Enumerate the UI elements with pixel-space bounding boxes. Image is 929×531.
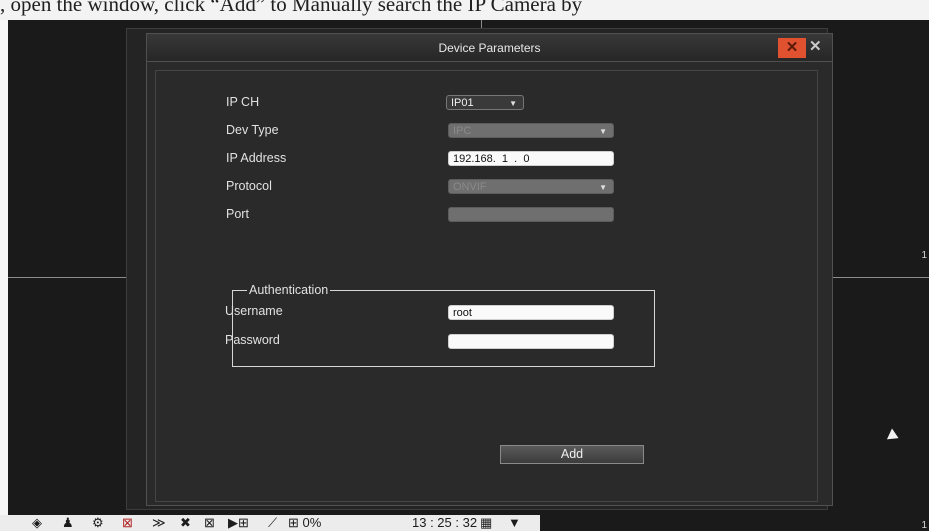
edge-mark: 1 [921,250,927,261]
dialog-title: Device Parameters [438,41,541,55]
ip-ch-value: IP01 [451,97,474,109]
user-icon[interactable]: ♟ [62,515,74,531]
chevron-down-icon: ▼ [599,183,607,192]
clock-text: 13 : 25 : 32 [412,515,478,530]
dvr-screen: 1 1 S C C C C C C - II C C C C - - - - A… [8,20,929,531]
split-screen-icon[interactable]: ▶⊞ [228,515,249,531]
grid-line [8,277,126,278]
ip-address-input[interactable]: 192.168. 1 . 0 [448,151,614,166]
password-label: Password [225,333,280,347]
device-parameters-dialog: Device Parameters ✕ ✕ IP CH IP01 ▼ Dev T… [146,33,833,506]
username-label: Username [225,304,283,318]
dev-type-value: IPC [453,125,472,137]
disk-usage-icon: ⊞ 0% [288,515,322,530]
menu-arrow-icon[interactable]: ▼ [508,515,521,530]
authentication-group: Authentication Username root Password [225,283,655,367]
username-input[interactable]: root [448,305,614,320]
add-button[interactable]: Add [500,445,644,464]
grid-line [833,277,929,278]
dialog-titlebar: Device Parameters ✕ ✕ [147,34,832,62]
authentication-legend: Authentication [247,283,331,297]
ip-ch-select[interactable]: IP01 ▼ [446,95,524,110]
chevron-down-icon: ▼ [509,99,517,108]
close-icon: ✕ [809,38,822,55]
password-input[interactable] [448,334,614,349]
instruction-text: , open the window, click “Add” to Manual… [0,0,583,16]
mouse-cursor-icon [886,428,902,444]
dev-type-label: Dev Type [226,123,279,137]
ip-address-label: IP Address [226,151,287,165]
protocol-label: Protocol [226,179,272,193]
ip-ch-label: IP CH [226,95,260,109]
dev-type-select: IPC ▼ [448,123,614,138]
alarm-icon[interactable]: ⚙ [92,515,104,531]
port-label: Port [226,207,249,221]
taskbar: ◈ ♟ ⚙ ⊠ ≫ ✖ ⊠ ▶⊞ ⟋ ⊞ 0% 13 : 25 : 32 ▦ ▼ [0,515,540,531]
dialog-body: IP CH IP01 ▼ Dev Type IPC ▼ IP Address 1… [155,70,818,502]
instruction-text-strip: , open the window, click “Add” to Manual… [0,0,929,20]
protocol-value: ONVIF [453,181,487,193]
close-button[interactable]: ✕ [778,38,806,58]
home-icon[interactable]: ◈ [32,515,42,531]
layout-icon[interactable]: ⊠ [204,515,215,531]
protocol-select: ONVIF ▼ [448,179,614,194]
chevron-down-icon: ▼ [599,127,607,136]
fast-forward-icon[interactable]: ≫ [152,515,166,531]
edit-icon[interactable]: ⟋ [268,515,277,531]
close-icon: ✕ [785,39,799,56]
port-input [448,207,614,222]
network-icon[interactable]: ▦ [480,515,492,531]
edge-mark: 1 [921,520,927,531]
close-tool-icon[interactable]: ✖ [180,515,191,531]
record-icon[interactable]: ⊠ [122,515,133,531]
